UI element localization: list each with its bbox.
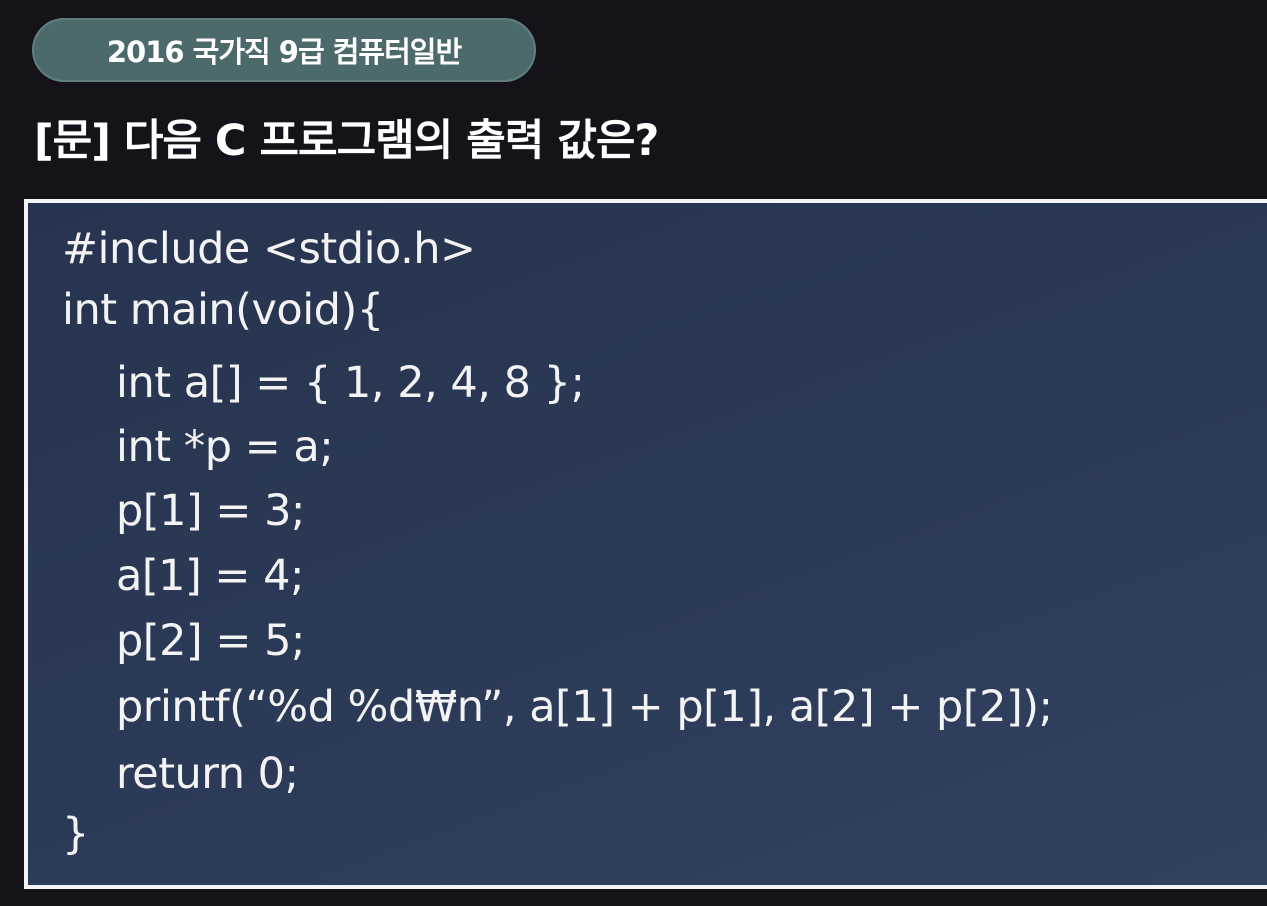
question-title: [문] 다음 C 프로그램의 출력 값은? xyxy=(34,116,659,166)
code-line-close-brace: } xyxy=(62,809,89,859)
code-line-p2-assign: p[2] = 5; xyxy=(116,616,305,666)
code-line-array-decl: int a[] = { 1, 2, 4, 8 }; xyxy=(116,358,585,408)
code-line-p1-assign: p[1] = 3; xyxy=(116,486,305,536)
exam-source-badge: 2016 국가직 9급 컴퓨터일반 xyxy=(32,18,536,82)
code-line-include: #include <stdio.h> xyxy=(62,224,476,274)
code-line-main: int main(void){ xyxy=(62,285,384,335)
code-line-return: return 0; xyxy=(116,749,299,799)
code-block: #include <stdio.h> int main(void){ int a… xyxy=(24,199,1267,889)
code-line-printf: printf(“%d %d₩n”, a[1] + p[1], a[2] + p[… xyxy=(116,682,1053,732)
code-line-pointer-decl: int *p = a; xyxy=(116,422,334,472)
code-line-a1-assign: a[1] = 4; xyxy=(116,551,304,601)
